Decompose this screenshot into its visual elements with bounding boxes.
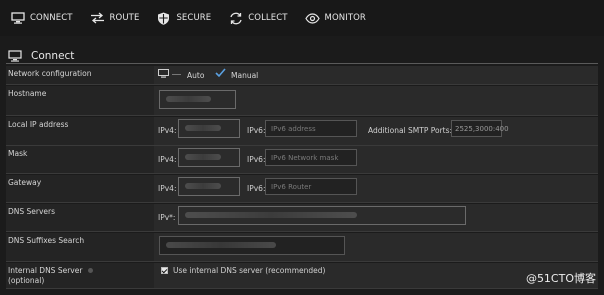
- top-navigation: CONNECT ROUTE SECURE COLLECT MONITOR: [0, 0, 604, 36]
- smtp-ports-label: Additional SMTP Ports:: [368, 126, 453, 135]
- hostname-label: Hostname: [8, 89, 47, 98]
- page-title-text: Connect: [31, 50, 75, 62]
- internal-dns-label-text: Internal DNS Server: [8, 266, 83, 275]
- row-dns-suffixes: DNS Suffixes Search: [6, 233, 598, 262]
- nav-route-label: ROUTE: [109, 13, 140, 23]
- monitor-icon: [158, 69, 169, 81]
- page-title: Connect: [8, 49, 74, 63]
- network-configuration-label: Network configuration: [8, 69, 92, 78]
- ipv4-label: IPv4:: [158, 184, 177, 193]
- ipv6-label: IPv6:: [247, 155, 266, 164]
- smtp-ports-input[interactable]: 2525,3000:400: [451, 120, 509, 137]
- row-hostname: Hostname: [6, 86, 598, 116]
- mask-ipv6-input[interactable]: IPv6 Network mask: [265, 149, 357, 166]
- auto-option-label[interactable]: Auto: [187, 71, 204, 80]
- nav-collect-label: COLLECT: [248, 13, 288, 23]
- monitor-icon: [10, 12, 25, 25]
- row-mask: Mask IPv4: IPv6: IPv6 Network mask: [6, 146, 598, 174]
- hostname-input[interactable]: [159, 90, 236, 109]
- internal-dns-checkbox-label[interactable]: Use internal DNS server (recommended): [173, 266, 325, 275]
- field-column: IPv4: IPv6: IPv6 Router: [154, 175, 598, 202]
- row-local-ip: Local IP address IPv4: IPv6: IPv6 addres…: [6, 117, 598, 146]
- internal-dns-label: Internal DNS Server (optional): [8, 266, 148, 286]
- local-ip-label: Local IP address: [8, 120, 69, 129]
- ipv4-label: IPv4:: [158, 155, 177, 164]
- field-column: IPv4: IPv6: IPv6 address Additional SMTP…: [154, 117, 598, 145]
- internal-dns-checkbox[interactable]: [161, 267, 168, 274]
- divider: [6, 63, 598, 64]
- row-gateway: Gateway IPv4: IPv6: IPv6 Router: [6, 175, 598, 203]
- local-ipv6-input[interactable]: IPv6 address: [265, 120, 357, 137]
- row-network-configuration: Network configuration Auto Manual: [6, 66, 598, 85]
- nav-monitor[interactable]: MONITOR: [304, 12, 366, 25]
- nav-route[interactable]: ROUTE: [90, 12, 140, 25]
- mask-ipv4-input[interactable]: [178, 148, 240, 167]
- cycle-icon: [228, 12, 243, 25]
- nav-secure[interactable]: SECURE: [156, 12, 211, 25]
- field-column: IPv*:: [154, 204, 598, 231]
- checkmark-icon[interactable]: [215, 68, 226, 80]
- radio-auto[interactable]: [172, 74, 181, 75]
- field-column: [154, 233, 598, 261]
- eye-icon: [304, 12, 320, 25]
- dns-servers-input[interactable]: [178, 206, 466, 225]
- internal-dns-optional: (optional): [8, 276, 45, 285]
- gateway-ipv6-input[interactable]: IPv6 Router: [265, 178, 357, 195]
- nav-secure-label: SECURE: [176, 13, 212, 23]
- ipv4-label: IPv4:: [158, 126, 177, 135]
- nav-monitor-label: MONITOR: [324, 13, 366, 23]
- info-icon: [87, 268, 93, 273]
- dns-suffixes-input[interactable]: [159, 236, 345, 255]
- row-dns-servers: DNS Servers IPv*:: [6, 204, 598, 232]
- row-internal-dns: Internal DNS Server (optional) Use inter…: [6, 263, 598, 289]
- nav-connect-label: CONNECT: [30, 13, 73, 23]
- dns-servers-label: DNS Servers: [8, 207, 56, 216]
- ipv6-label: IPv6:: [247, 126, 266, 135]
- dns-suffixes-label: DNS Suffixes Search: [8, 236, 85, 245]
- field-column: IPv4: IPv6: IPv6 Network mask: [154, 146, 598, 173]
- gateway-label: Gateway: [8, 178, 42, 187]
- local-ipv4-input[interactable]: [178, 119, 240, 138]
- shield-icon: [156, 12, 171, 25]
- monitor-icon: [8, 50, 22, 62]
- ipv6-label: IPv6:: [247, 184, 266, 193]
- field-column: Auto Manual: [154, 66, 598, 84]
- nav-connect[interactable]: CONNECT: [10, 12, 73, 25]
- field-column: [154, 86, 598, 115]
- arrows-icon: [90, 12, 105, 25]
- mask-label: Mask: [8, 149, 28, 158]
- manual-option-label[interactable]: Manual: [231, 71, 258, 80]
- gateway-ipv4-input[interactable]: [178, 177, 240, 196]
- nav-collect[interactable]: COLLECT: [228, 12, 287, 25]
- watermark: @51CTO博客: [525, 272, 596, 285]
- ipv-label: IPv*:: [158, 213, 176, 222]
